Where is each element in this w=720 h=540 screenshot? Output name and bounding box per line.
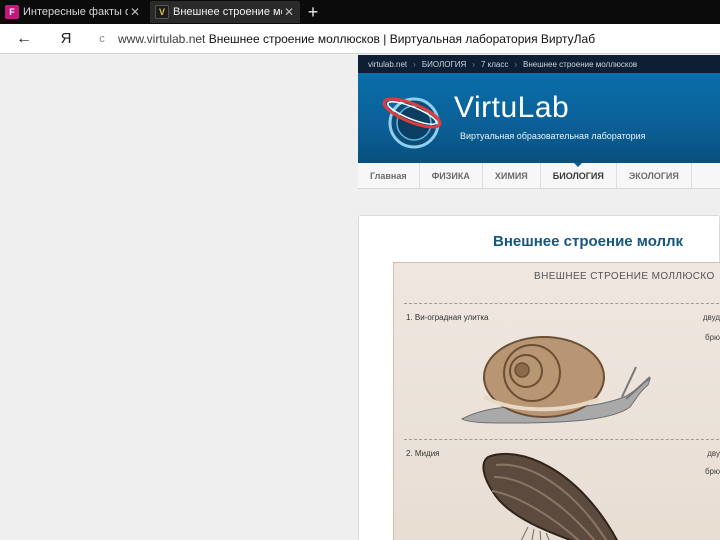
figure-title: ВНЕШНЕЕ СТРОЕНИЕ МОЛЛЮСКО bbox=[534, 271, 715, 282]
url-title: Внешнее строение моллюсков | Виртуальная… bbox=[208, 32, 596, 46]
nav-item-home[interactable]: Главная bbox=[358, 162, 420, 189]
snail-illustration bbox=[460, 336, 651, 424]
site-banner: VirtuLab Виртуальная образовательная лаб… bbox=[358, 73, 720, 163]
close-icon[interactable]: ✕ bbox=[282, 5, 296, 19]
virtulab-logo-icon[interactable] bbox=[376, 83, 448, 155]
tab-title: Внешнее строение молл bbox=[173, 6, 282, 18]
breadcrumb-item: Внешнее строение моллюсков bbox=[523, 59, 638, 69]
site-nav: Главная ФИЗИКА ХИМИЯ БИОЛОГИЯ ЭКОЛОГИЯ bbox=[358, 162, 720, 189]
close-icon[interactable]: ✕ bbox=[128, 5, 142, 19]
tab-interesting-facts[interactable]: F Интересные факты о молл ✕ bbox=[0, 1, 146, 23]
divider bbox=[404, 303, 720, 304]
tab-external-structure[interactable]: V Внешнее строение молл ✕ bbox=[150, 1, 300, 23]
breadcrumb-separator: › bbox=[514, 59, 518, 69]
side-label: брю bbox=[704, 333, 720, 342]
content-panel: Внешнее строение моллк ВНЕШНЕЕ СТРОЕНИЕ … bbox=[358, 215, 720, 540]
side-label: брю bbox=[704, 467, 720, 476]
nav-item-ecology[interactable]: ЭКОЛОГИЯ bbox=[617, 162, 692, 189]
virtulab-site: virtulab.net › БИОЛОГИЯ › 7 класс › Внеш… bbox=[358, 55, 720, 540]
brand-name: VirtuLab bbox=[454, 91, 570, 124]
address-input[interactable]: www.virtulab.net Внешнее строение моллюс… bbox=[118, 32, 595, 46]
breadcrumb-separator: › bbox=[413, 59, 416, 69]
yandex-icon[interactable]: Я bbox=[58, 29, 74, 49]
page-title: Внешнее строение моллк bbox=[493, 233, 684, 250]
breadcrumb-separator: › bbox=[472, 59, 475, 69]
arrow-left-icon[interactable]: ← bbox=[14, 29, 34, 49]
side-label: двуд bbox=[702, 313, 720, 322]
reload-icon[interactable]: c bbox=[96, 31, 108, 47]
breadcrumb-item[interactable]: БИОЛОГИЯ bbox=[422, 60, 466, 69]
url-domain: www.virtulab.net bbox=[118, 32, 206, 46]
brand-tagline: Виртуальная образовательная лаборатория bbox=[460, 131, 646, 141]
nav-item-biology[interactable]: БИОЛОГИЯ bbox=[541, 162, 617, 189]
side-label: дву bbox=[707, 449, 720, 458]
page-viewport: virtulab.net › БИОЛОГИЯ › 7 класс › Внеш… bbox=[0, 55, 720, 540]
mollusc-figure: ВНЕШНЕЕ СТРОЕНИЕ МОЛЛЮСКО 1. Ви-оградная… bbox=[393, 262, 720, 540]
breadcrumb-item[interactable]: virtulab.net bbox=[368, 60, 407, 69]
mussel-illustration bbox=[482, 452, 619, 540]
nav-item-physics[interactable]: ФИЗИКА bbox=[420, 162, 483, 189]
nav-item-chemistry[interactable]: ХИМИЯ bbox=[483, 162, 541, 189]
breadcrumb: virtulab.net › БИОЛОГИЯ › 7 класс › Внеш… bbox=[358, 55, 720, 73]
address-toolbar: ← Я c www.virtulab.net Внешнее строение … bbox=[0, 24, 720, 54]
caption-snail: 1. Ви-оградная улитка bbox=[406, 313, 489, 322]
tab-favicon: V bbox=[155, 5, 169, 19]
tab-title: Интересные факты о молл bbox=[23, 6, 128, 18]
tab-favicon: F bbox=[5, 5, 19, 19]
tab-strip: F Интересные факты о молл ✕ V Внешнее ст… bbox=[0, 0, 720, 24]
plus-icon[interactable]: + bbox=[305, 2, 321, 22]
caption-mussel: 2. Мидия bbox=[406, 449, 440, 458]
divider bbox=[404, 439, 720, 440]
breadcrumb-item[interactable]: 7 класс bbox=[481, 60, 508, 69]
